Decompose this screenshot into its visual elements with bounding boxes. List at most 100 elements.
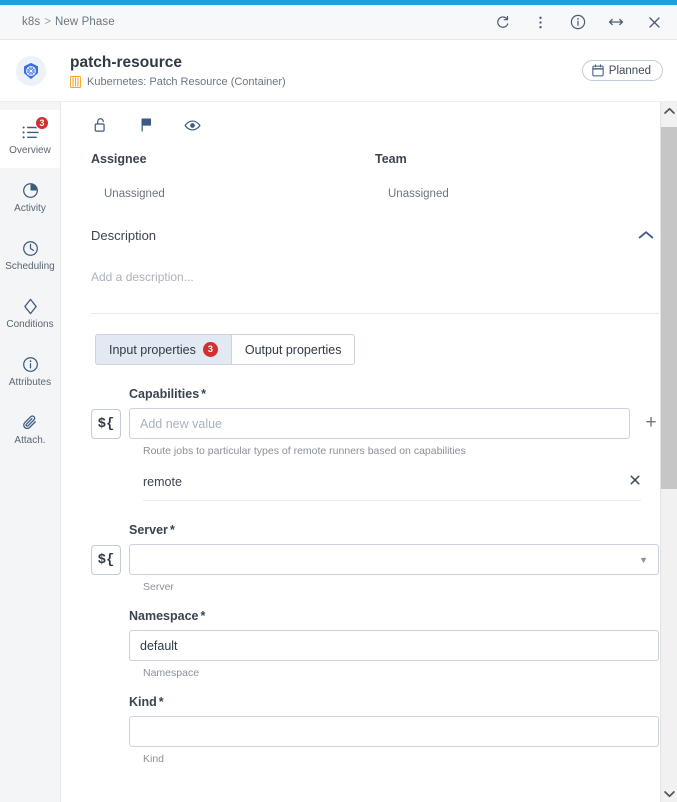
kind-input[interactable] [129,716,659,747]
app-window: k8s > New Phase patch-resource Kubernete… [0,0,677,802]
field-label: Capabilities * [129,387,659,401]
field-helper: Namespace [143,667,200,679]
capabilities-value: remote [143,474,182,489]
sidebar: 3 Overview Activity Scheduling Condition… [0,102,61,802]
scrollbar-thumb[interactable] [661,127,677,489]
assignee-field: Assignee Unassigned [91,152,375,200]
field-label: Server * [129,523,659,537]
page-title: patch-resource [70,54,182,72]
required-marker: * [201,387,207,401]
info-icon[interactable] [569,13,587,31]
field-label-text: Namespace [129,609,199,623]
field-label-text: Kind [129,695,157,709]
entity-header: patch-resource Kubernetes: Patch Resourc… [0,40,677,102]
required-marker: * [158,695,164,709]
variable-button-server[interactable]: ${ [91,544,121,575]
field-label: Kind * [129,695,659,709]
status-badge[interactable]: Planned [581,60,663,81]
sidebar-item-label: Conditions [6,319,54,330]
description-title: Description [91,227,157,243]
sidebar-item-activity[interactable]: Activity [0,168,60,226]
field-label-text: Capabilities [129,387,200,401]
capabilities-value-row: remote [143,474,641,501]
breadcrumb: k8s > New Phase [22,16,115,28]
status-badge-label: Planned [608,64,651,77]
properties-form: Capabilities * ${ Add new value + Route j… [77,365,659,765]
window-titlebar: k8s > New Phase [0,5,677,40]
properties-tabs: Input properties 3 Output properties [95,334,659,365]
diamond-icon [20,296,40,316]
sidebar-item-attributes[interactable]: Attributes [0,342,60,400]
body: 3 Overview Activity Scheduling Condition… [0,102,677,802]
sidebar-item-conditions[interactable]: Conditions [0,284,60,342]
field-helper: Server [143,581,174,593]
clock-icon [20,238,40,258]
field-label-text: Server [129,523,168,537]
vertical-scrollbar[interactable] [660,102,677,802]
people-row: Assignee Unassigned Team Unassigned [77,146,659,200]
entity-subtitle: Kubernetes: Patch Resource (Container) [87,75,286,88]
required-marker: * [200,609,206,623]
paperclip-icon [20,412,40,432]
sidebar-item-label: Overview [9,145,51,156]
breadcrumb-root[interactable]: k8s [22,16,40,28]
variable-button-capabilities[interactable]: ${ [91,408,121,439]
namespace-input[interactable]: default [129,630,659,661]
tab-label: Input properties [109,342,196,357]
main-content: Assignee Unassigned Team Unassigned Desc… [61,102,677,802]
avatar [16,55,46,86]
assignee-value[interactable]: Unassigned [91,188,375,200]
detail-pane: Assignee Unassigned Team Unassigned Desc… [61,102,677,765]
sidebar-item-label: Activity [14,203,46,214]
field-label: Namespace * [129,609,659,623]
assignee-label: Assignee [91,152,147,166]
team-label: Team [375,152,407,166]
flag-icon[interactable] [137,116,155,134]
scroll-up-button[interactable] [661,102,677,119]
chevron-down-icon: ▼ [639,554,648,565]
unlock-icon[interactable] [91,116,109,134]
window-actions [493,13,663,31]
field-capabilities: Capabilities * ${ Add new value + Route j… [77,387,659,501]
sidebar-item-overview[interactable]: 3 Overview [0,110,60,168]
field-helper: Kind [143,753,165,765]
tab-label: Output properties [244,342,342,357]
close-icon[interactable] [645,13,663,31]
server-select[interactable]: ▼ [129,544,659,575]
field-row: ${ ▼ [91,544,659,575]
tab-input-properties[interactable]: Input properties 3 [95,334,232,365]
capabilities-input[interactable]: Add new value [129,408,630,439]
field-helper: Route jobs to particular types of remote… [143,445,466,457]
kubernetes-icon [24,62,38,79]
info-icon [20,354,40,374]
more-options-icon[interactable] [531,13,549,31]
eye-icon[interactable] [183,116,201,134]
sidebar-item-scheduling[interactable]: Scheduling [0,226,60,284]
team-value[interactable]: Unassigned [375,188,659,200]
field-kind: Kind * Kind [77,695,659,765]
tab-output-properties[interactable]: Output properties [231,334,356,365]
pie-clock-icon [20,180,40,200]
sidebar-badge-overview: 3 [35,116,49,130]
entity-text: patch-resource Kubernetes: Patch Resourc… [70,53,286,88]
entity-action-toolbar [77,102,659,146]
list-icon: 3 [20,116,49,142]
sidebar-item-label: Attach. [14,435,46,446]
chevron-up-icon[interactable] [637,226,655,244]
calendar-icon [592,64,604,77]
required-marker: * [169,523,175,537]
refresh-icon[interactable] [493,13,511,31]
sidebar-item-attachments[interactable]: Attach. [0,400,60,458]
scroll-down-button[interactable] [661,785,677,802]
plus-icon[interactable]: + [643,413,659,432]
field-row: default [91,630,659,661]
team-field: Team Unassigned [375,152,659,200]
breadcrumb-current: New Phase [55,16,115,28]
field-namespace: Namespace * default Namespace [77,609,659,679]
description-input[interactable]: Add a description... [77,244,659,284]
close-icon[interactable] [629,474,641,489]
tab-badge: 3 [202,342,218,357]
field-server: Server * ${ ▼ Server [77,523,659,593]
sidebar-item-label: Scheduling [5,261,55,272]
resize-icon[interactable] [607,13,625,31]
